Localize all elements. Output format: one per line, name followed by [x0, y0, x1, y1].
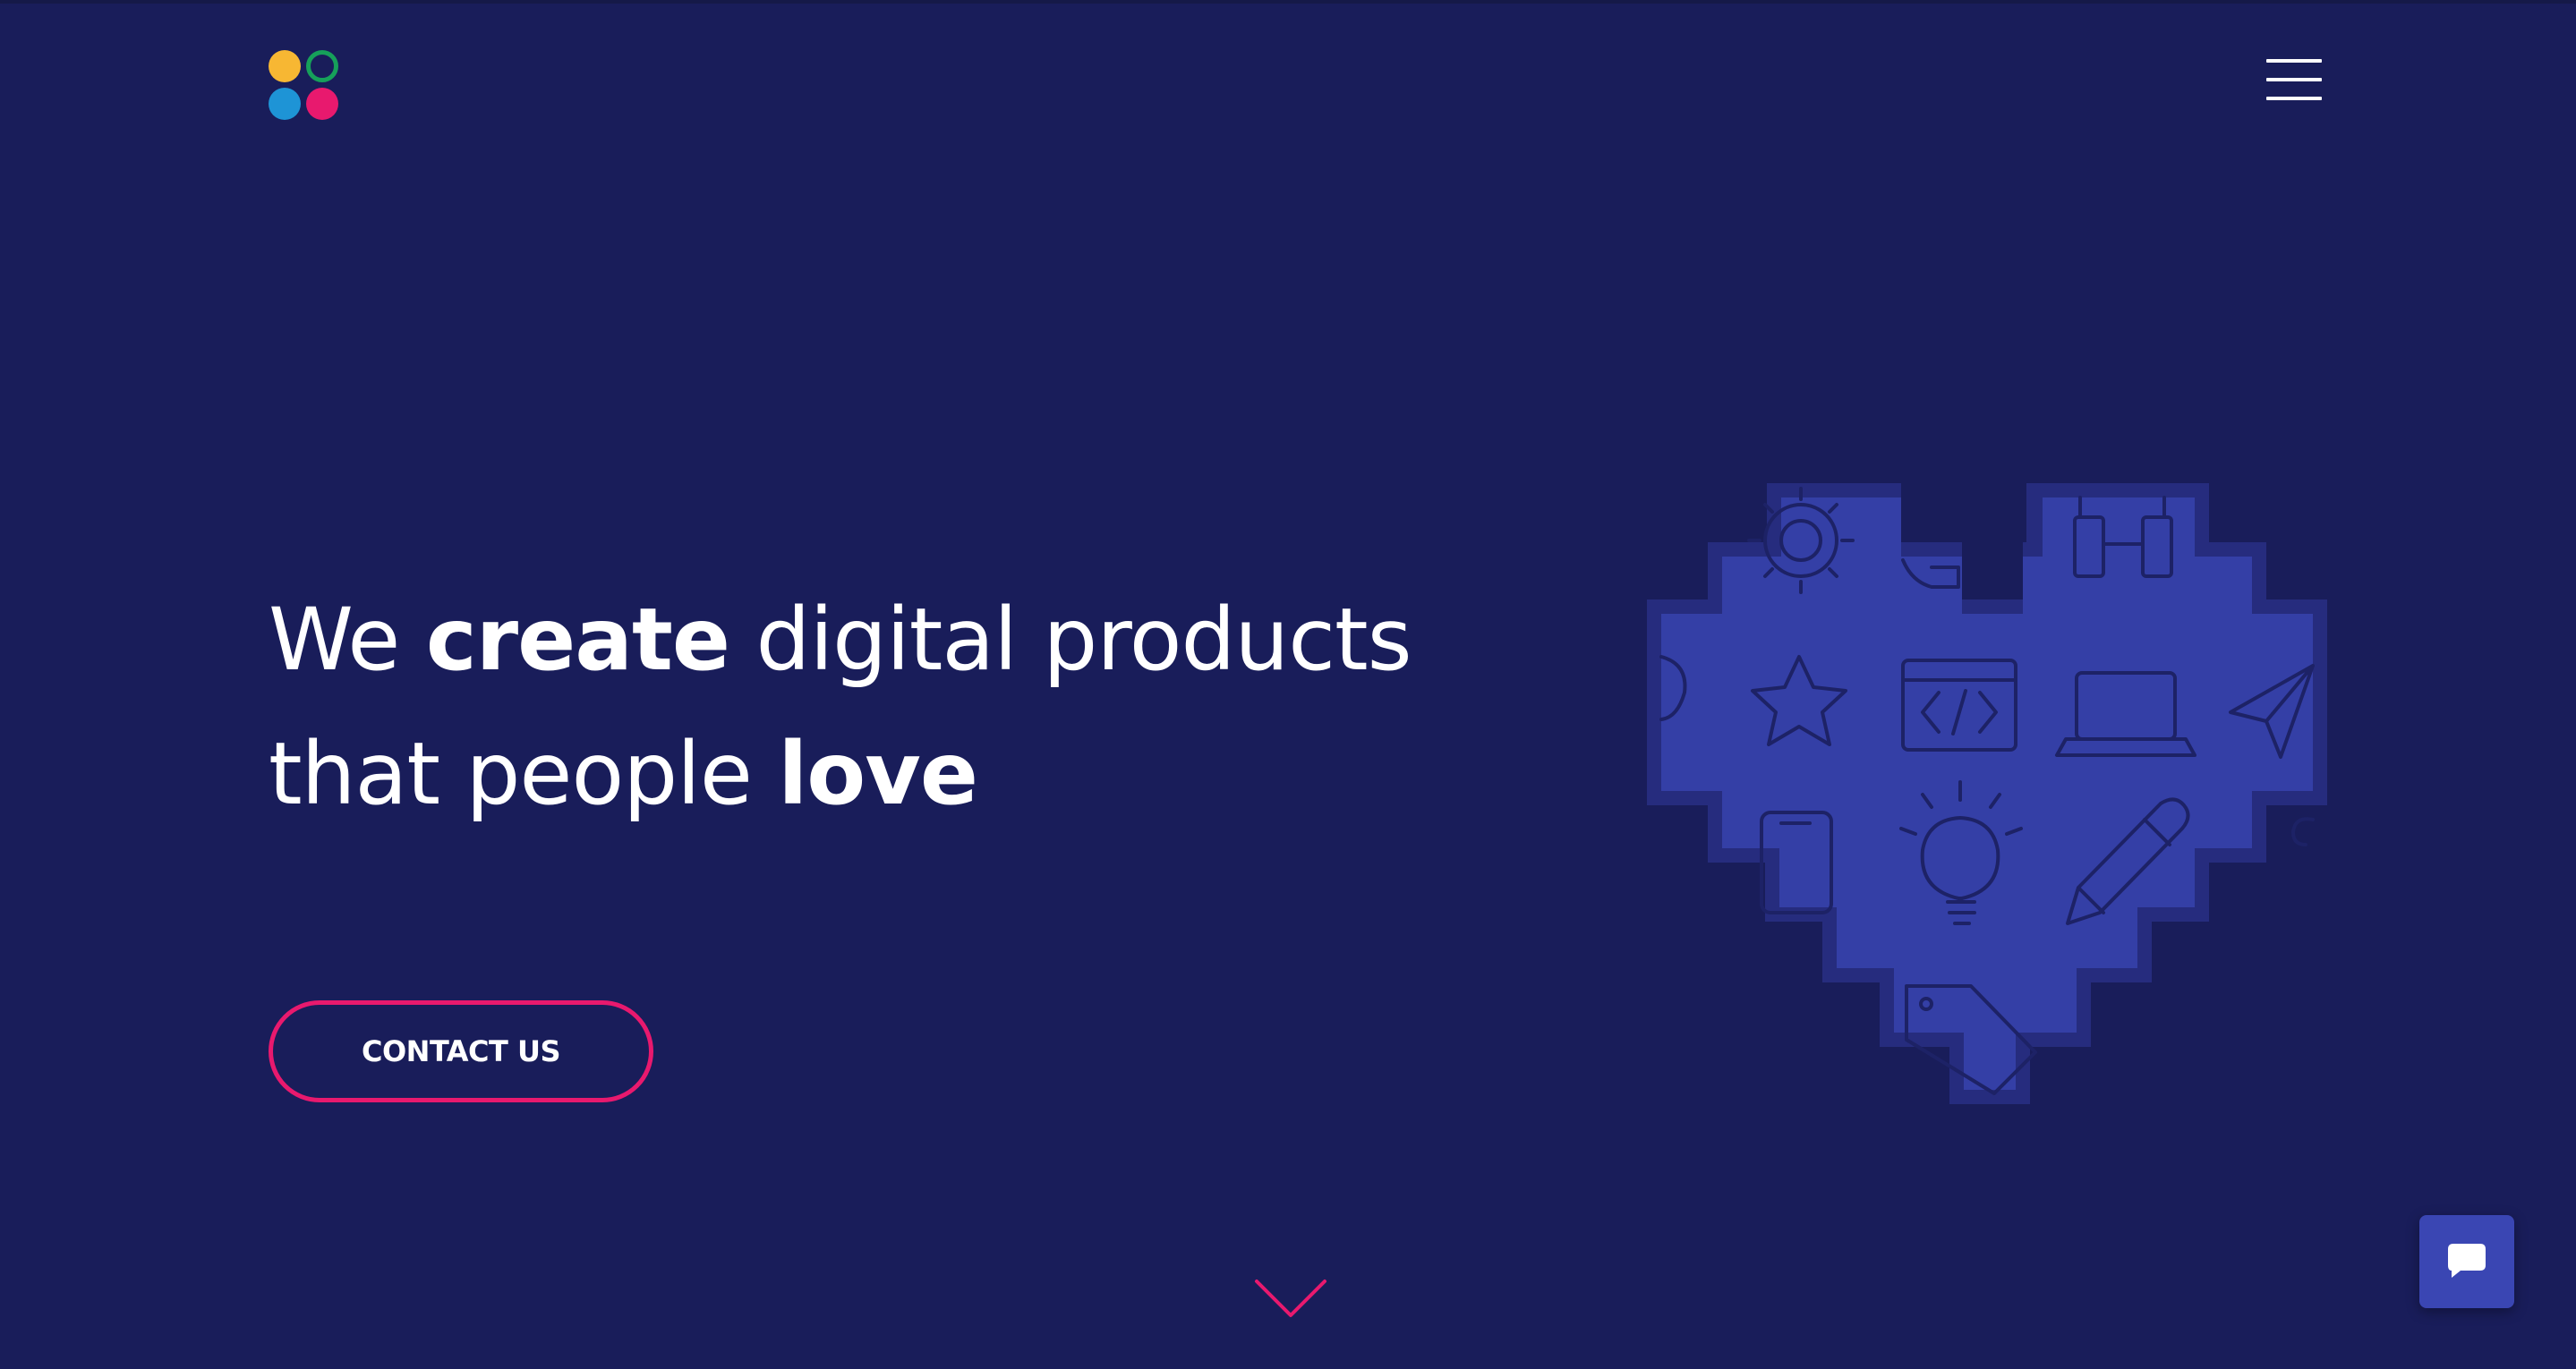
top-border — [0, 0, 2576, 4]
pixel-heart-icon — [1647, 483, 2327, 1104]
menu-bar — [2266, 59, 2322, 63]
logo[interactable] — [269, 50, 340, 122]
headline-emphasis: create — [425, 590, 730, 690]
hero-headline: We create digital products that people l… — [269, 573, 1611, 841]
contact-us-button[interactable]: CONTACT US — [269, 1000, 653, 1102]
logo-dot-yellow — [269, 50, 301, 82]
headline-text: digital products — [729, 590, 1412, 690]
logo-dot-green-ring — [306, 50, 338, 82]
hamburger-menu-icon[interactable] — [2266, 59, 2322, 104]
chevron-down-icon[interactable] — [1253, 1278, 1328, 1321]
logo-dot-pink — [306, 88, 338, 120]
menu-bar — [2266, 97, 2322, 100]
headline-emphasis: love — [778, 724, 978, 824]
page: We create digital products that people l… — [0, 0, 2576, 1369]
hook-icon — [2291, 817, 2315, 846]
headline-text: that people — [269, 724, 779, 824]
menu-bar — [2266, 78, 2322, 81]
headline-text: We — [269, 590, 426, 690]
chat-button[interactable] — [2419, 1215, 2514, 1308]
logo-dot-blue — [269, 88, 301, 120]
chat-bubble-icon — [2448, 1244, 2486, 1278]
